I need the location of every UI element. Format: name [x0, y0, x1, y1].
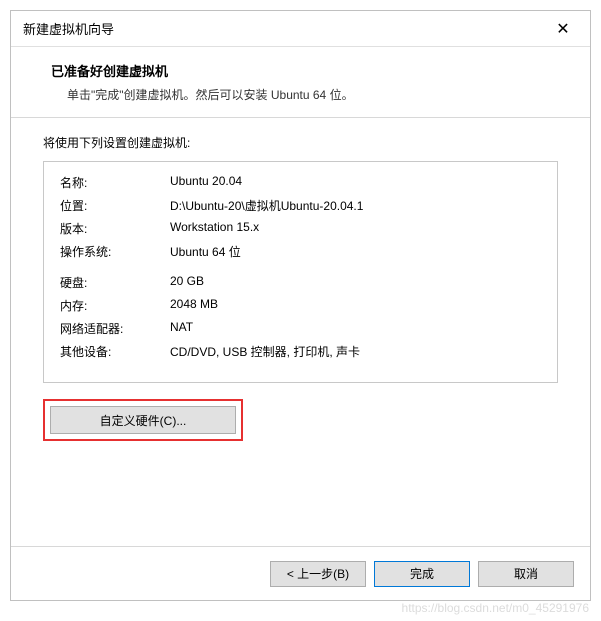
- setting-row-network: 网络适配器: NAT: [60, 320, 541, 337]
- intro-text: 将使用下列设置创建虚拟机:: [43, 134, 558, 151]
- header-title: 已准备好创建虚拟机: [51, 61, 560, 80]
- back-button[interactable]: < 上一步(B): [270, 561, 366, 587]
- settings-summary: 名称: Ubuntu 20.04 位置: D:\Ubuntu-20\虚拟机Ubu…: [43, 161, 558, 383]
- name-label: 名称:: [60, 174, 170, 191]
- setting-row-memory: 内存: 2048 MB: [60, 297, 541, 314]
- version-label: 版本:: [60, 220, 170, 237]
- os-label: 操作系统:: [60, 243, 170, 260]
- window-title: 新建虚拟机向导: [23, 19, 114, 38]
- setting-row-os: 操作系统: Ubuntu 64 位: [60, 243, 541, 260]
- customize-hardware-button[interactable]: 自定义硬件(C)...: [50, 406, 236, 434]
- cancel-button[interactable]: 取消: [478, 561, 574, 587]
- name-value: Ubuntu 20.04: [170, 174, 541, 191]
- highlight-box: 自定义硬件(C)...: [43, 399, 243, 441]
- location-value: D:\Ubuntu-20\虚拟机Ubuntu-20.04.1: [170, 197, 541, 214]
- setting-row-disk: 硬盘: 20 GB: [60, 274, 541, 291]
- setting-row-other: 其他设备: CD/DVD, USB 控制器, 打印机, 声卡: [60, 343, 541, 360]
- setting-row-location: 位置: D:\Ubuntu-20\虚拟机Ubuntu-20.04.1: [60, 197, 541, 214]
- os-value: Ubuntu 64 位: [170, 243, 541, 260]
- content-area: 将使用下列设置创建虚拟机: 名称: Ubuntu 20.04 位置: D:\Ub…: [11, 118, 590, 546]
- titlebar: 新建虚拟机向导 ✕: [11, 11, 590, 47]
- wizard-window: 新建虚拟机向导 ✕ 已准备好创建虚拟机 单击"完成"创建虚拟机。然后可以安装 U…: [10, 10, 591, 601]
- other-value: CD/DVD, USB 控制器, 打印机, 声卡: [170, 343, 541, 360]
- finish-button[interactable]: 完成: [374, 561, 470, 587]
- close-icon[interactable]: ✕: [548, 19, 578, 39]
- memory-label: 内存:: [60, 297, 170, 314]
- network-label: 网络适配器:: [60, 320, 170, 337]
- network-value: NAT: [170, 320, 541, 337]
- disk-value: 20 GB: [170, 274, 541, 291]
- setting-row-name: 名称: Ubuntu 20.04: [60, 174, 541, 191]
- watermark-text: https://blog.csdn.net/m0_45291976: [402, 601, 589, 615]
- memory-value: 2048 MB: [170, 297, 541, 314]
- setting-row-version: 版本: Workstation 15.x: [60, 220, 541, 237]
- disk-label: 硬盘:: [60, 274, 170, 291]
- version-value: Workstation 15.x: [170, 220, 541, 237]
- header-subtitle: 单击"完成"创建虚拟机。然后可以安装 Ubuntu 64 位。: [51, 86, 560, 103]
- location-label: 位置:: [60, 197, 170, 214]
- wizard-header: 已准备好创建虚拟机 单击"完成"创建虚拟机。然后可以安装 Ubuntu 64 位…: [11, 47, 590, 118]
- wizard-footer: < 上一步(B) 完成 取消: [11, 546, 590, 600]
- other-label: 其他设备:: [60, 343, 170, 360]
